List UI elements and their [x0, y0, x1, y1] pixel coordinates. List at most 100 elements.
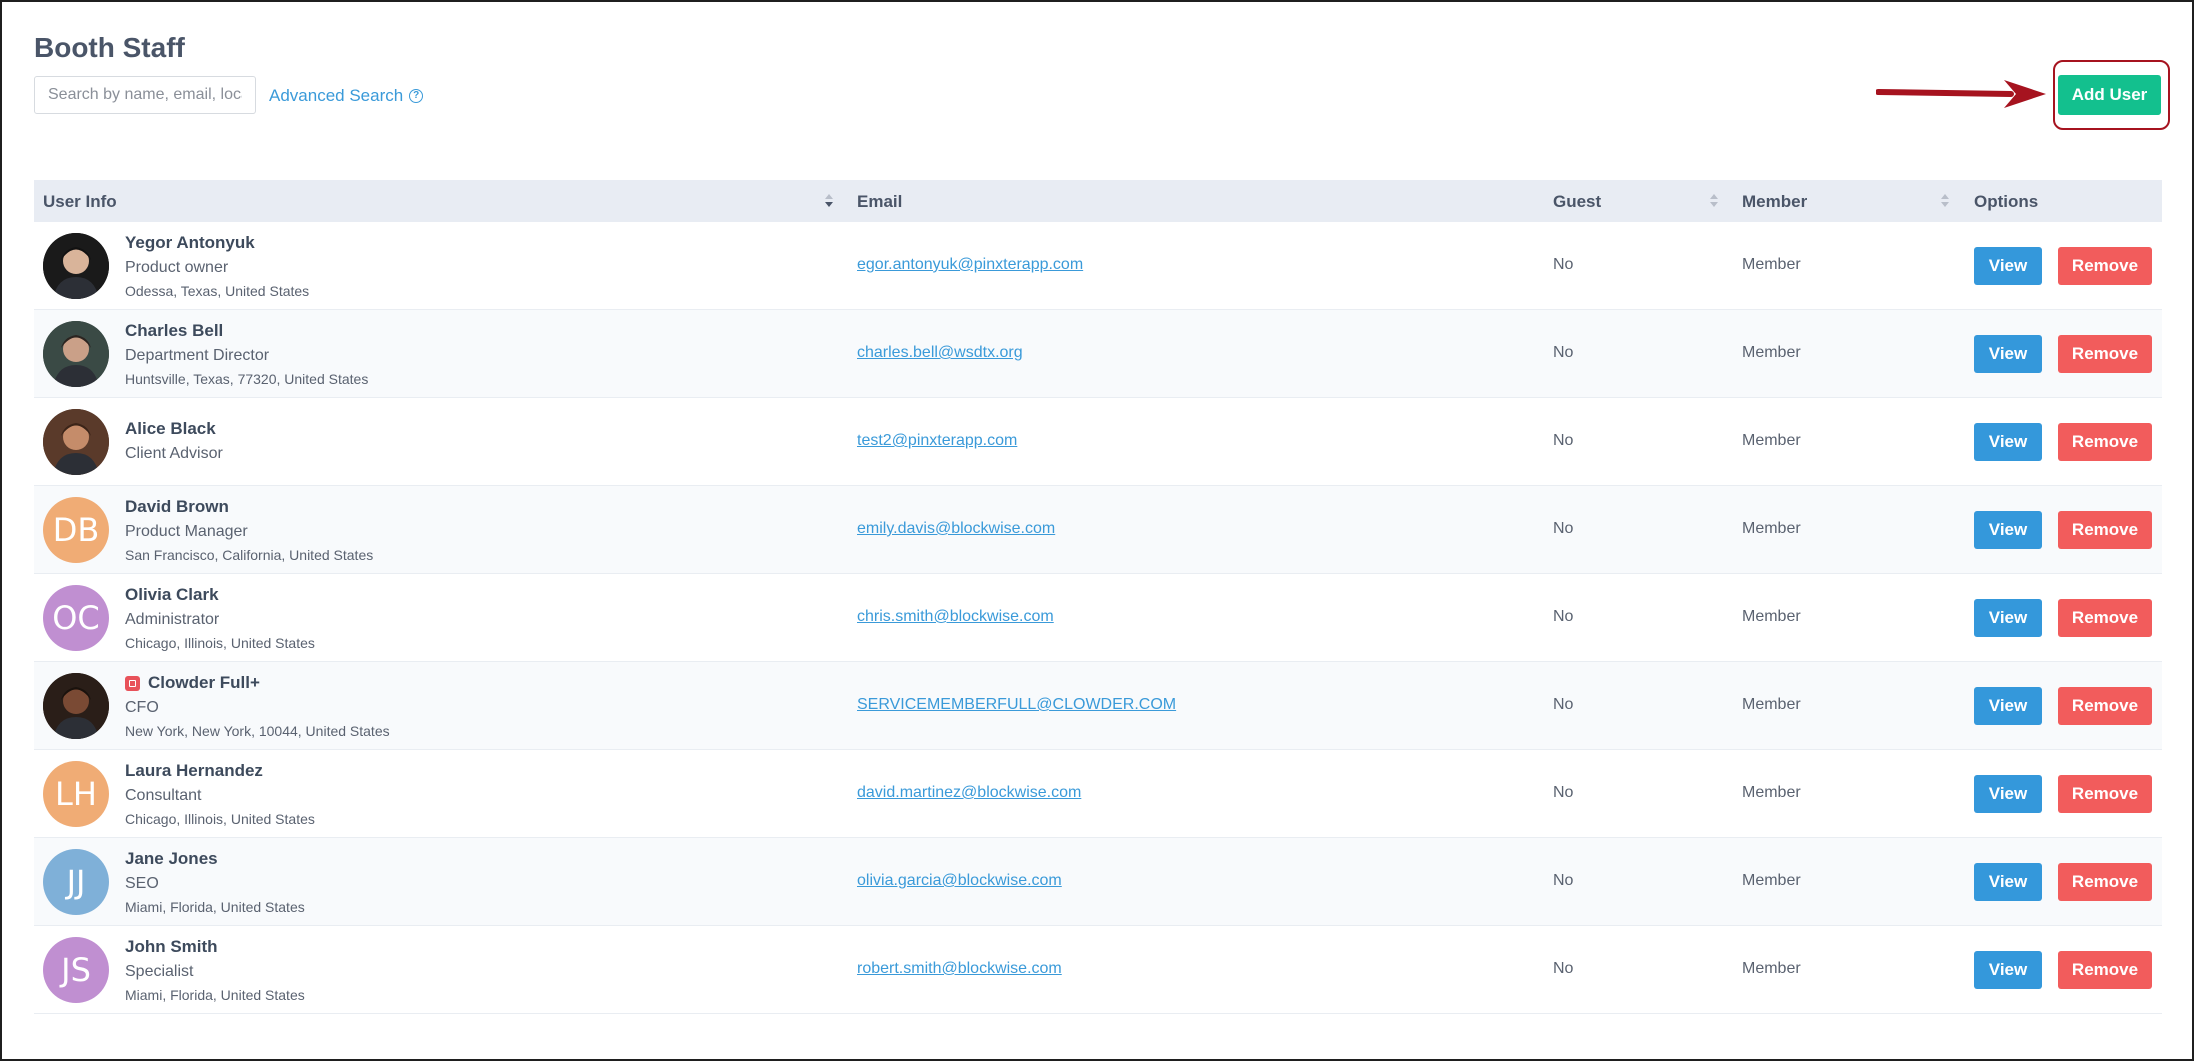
add-user-button[interactable]: Add User — [2058, 75, 2161, 115]
avatar-initials: JJ — [66, 863, 86, 901]
table-row: Clowder Full+ CFO New York, New York, 10… — [34, 662, 2162, 750]
user-email-link[interactable]: robert.smith@blockwise.com — [857, 960, 1062, 978]
avatar[interactable] — [43, 673, 109, 739]
guest-value: No — [1553, 344, 1574, 361]
external-link-icon — [125, 675, 140, 691]
user-location: New York, New York, 10044, United States — [125, 723, 390, 739]
remove-button[interactable]: Remove — [2058, 863, 2152, 901]
guest-value: No — [1553, 608, 1574, 625]
user-email-link[interactable]: SERVICEMEMBERFULL@CLOWDER.COM — [857, 696, 1176, 714]
user-location: Chicago, Illinois, United States — [125, 635, 315, 651]
member-value: Member — [1742, 872, 1801, 889]
view-button[interactable]: View — [1974, 599, 2042, 637]
avatar[interactable]: JS — [43, 937, 109, 1003]
member-value: Member — [1742, 344, 1801, 361]
view-button[interactable]: View — [1974, 951, 2042, 989]
user-email-link[interactable]: david.martinez@blockwise.com — [857, 784, 1081, 802]
view-button[interactable]: View — [1974, 423, 2042, 461]
user-name-row: John Smith — [125, 937, 305, 957]
user-info: Yegor Antonyuk Product owner Odessa, Tex… — [125, 233, 309, 299]
user-name[interactable]: Yegor Antonyuk — [125, 233, 255, 253]
remove-button[interactable]: Remove — [2058, 687, 2152, 725]
user-email-link[interactable]: egor.antonyuk@pinxterapp.com — [857, 256, 1083, 274]
avatar-initials: DB — [52, 511, 100, 549]
advanced-search-label: Advanced Search — [269, 86, 404, 105]
avatar[interactable] — [43, 409, 109, 475]
view-button[interactable]: View — [1974, 335, 2042, 373]
user-name[interactable]: Olivia Clark — [125, 585, 219, 605]
booth-staff-table: User Info Email Guest Member Options Yeg… — [34, 180, 2162, 1014]
user-name[interactable]: Jane Jones — [125, 849, 218, 869]
avatar[interactable]: JJ — [43, 849, 109, 915]
view-button[interactable]: View — [1974, 775, 2042, 813]
table-row: LH Laura Hernandez Consultant Chicago, I… — [34, 750, 2162, 838]
view-button[interactable]: View — [1974, 687, 2042, 725]
remove-button[interactable]: Remove — [2058, 247, 2152, 285]
user-title: Product owner — [125, 259, 229, 276]
user-title: Administrator — [125, 611, 220, 628]
user-location: Chicago, Illinois, United States — [125, 811, 315, 827]
user-info: Laura Hernandez Consultant Chicago, Illi… — [125, 761, 315, 827]
user-info: Clowder Full+ CFO New York, New York, 10… — [125, 673, 390, 739]
user-name[interactable]: David Brown — [125, 497, 229, 517]
table-row: OC Olivia Clark Administrator Chicago, I… — [34, 574, 2162, 662]
user-title: CFO — [125, 699, 159, 716]
sort-icon[interactable] — [1709, 194, 1719, 208]
user-email-link[interactable]: chris.smith@blockwise.com — [857, 608, 1054, 626]
header-user-info[interactable]: User Info — [43, 192, 117, 212]
user-title: Department Director — [125, 347, 270, 364]
remove-button[interactable]: Remove — [2058, 423, 2152, 461]
avatar[interactable]: OC — [43, 585, 109, 651]
user-email-link[interactable]: charles.bell@wsdtx.org — [857, 344, 1023, 362]
avatar[interactable]: DB — [43, 497, 109, 563]
view-button[interactable]: View — [1974, 247, 2042, 285]
search-input[interactable] — [34, 76, 256, 114]
user-email-link[interactable]: olivia.garcia@blockwise.com — [857, 872, 1062, 890]
user-location: Miami, Florida, United States — [125, 987, 305, 1003]
view-button[interactable]: View — [1974, 863, 2042, 901]
user-name[interactable]: Laura Hernandez — [125, 761, 263, 781]
remove-button[interactable]: Remove — [2058, 599, 2152, 637]
page-title: Booth Staff — [34, 32, 185, 63]
user-email-link[interactable]: emily.davis@blockwise.com — [857, 520, 1055, 538]
user-info: John Smith Specialist Miami, Florida, Un… — [125, 937, 305, 1003]
avatar[interactable] — [43, 233, 109, 299]
header-guest[interactable]: Guest — [1553, 192, 1601, 212]
table-row: JS John Smith Specialist Miami, Florida,… — [34, 926, 2162, 1014]
member-value: Member — [1742, 696, 1801, 713]
remove-button[interactable]: Remove — [2058, 335, 2152, 373]
remove-button[interactable]: Remove — [2058, 951, 2152, 989]
advanced-search-link[interactable]: Advanced Search ? — [269, 86, 424, 106]
table-row: DB David Brown Product Manager San Franc… — [34, 486, 2162, 574]
user-title: Product Manager — [125, 523, 248, 540]
remove-button[interactable]: Remove — [2058, 775, 2152, 813]
avatar[interactable]: LH — [43, 761, 109, 827]
remove-button[interactable]: Remove — [2058, 511, 2152, 549]
avatar[interactable] — [43, 321, 109, 387]
view-button[interactable]: View — [1974, 511, 2042, 549]
member-value: Member — [1742, 608, 1801, 625]
member-value: Member — [1742, 960, 1801, 977]
guest-value: No — [1553, 696, 1574, 713]
user-name[interactable]: Charles Bell — [125, 321, 223, 341]
sort-icon[interactable] — [824, 194, 834, 208]
guest-value: No — [1553, 256, 1574, 273]
user-email-link[interactable]: test2@pinxterapp.com — [857, 432, 1017, 450]
sort-icon[interactable] — [1940, 194, 1950, 208]
avatar-initials: JS — [61, 951, 91, 989]
user-name[interactable]: John Smith — [125, 937, 218, 957]
user-name[interactable]: Alice Black — [125, 419, 216, 439]
guest-value: No — [1553, 520, 1574, 537]
avatar-initials: OC — [52, 599, 100, 637]
user-location: Huntsville, Texas, 77320, United States — [125, 371, 369, 387]
user-name-row: Yegor Antonyuk — [125, 233, 309, 253]
user-info: Olivia Clark Administrator Chicago, Illi… — [125, 585, 315, 651]
user-info: Alice Black Client Advisor — [125, 419, 223, 463]
user-name[interactable]: Clowder Full+ — [148, 673, 260, 693]
annotation-arrow-icon — [1876, 80, 2046, 108]
guest-value: No — [1553, 784, 1574, 801]
avatar-initials: LH — [55, 775, 97, 813]
user-name-row: David Brown — [125, 497, 373, 517]
user-location: Odessa, Texas, United States — [125, 283, 310, 299]
header-member[interactable]: Member — [1742, 192, 1807, 212]
